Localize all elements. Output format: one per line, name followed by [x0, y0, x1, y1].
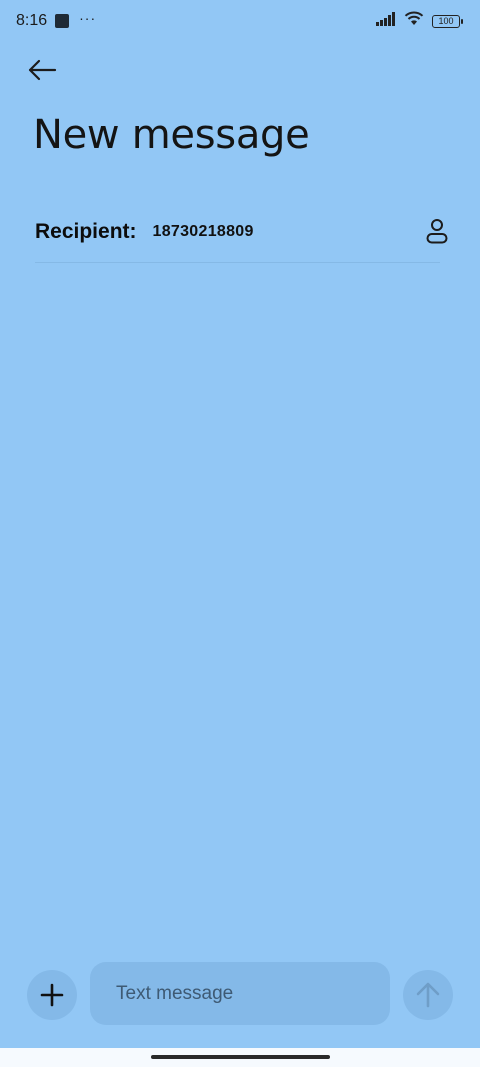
- select-contact-button[interactable]: [422, 214, 452, 248]
- recipient-divider: [35, 262, 440, 263]
- wifi-icon: [404, 11, 424, 31]
- person-icon: [426, 219, 448, 244]
- recipient-row[interactable]: Recipient: 18730218809: [35, 210, 445, 254]
- status-bar: 8:16 ··· 100: [0, 0, 480, 42]
- page-title: New message: [33, 112, 310, 158]
- status-left: 8:16 ···: [16, 10, 97, 30]
- back-button[interactable]: [22, 52, 62, 88]
- arrow-up-icon: [416, 982, 440, 1008]
- app-square-icon: [55, 14, 70, 28]
- signal-icon: [376, 11, 396, 31]
- plus-icon: [40, 983, 64, 1007]
- status-right: 100: [376, 11, 463, 31]
- battery-icon: 100: [432, 14, 463, 28]
- recipient-number[interactable]: 18730218809: [153, 223, 254, 241]
- more-notifications-icon: ···: [79, 10, 97, 26]
- battery-level: 100: [438, 15, 454, 26]
- recipient-label: Recipient:: [35, 220, 137, 243]
- send-button[interactable]: [403, 970, 453, 1020]
- add-attachment-button[interactable]: [27, 970, 77, 1020]
- message-input[interactable]: [90, 962, 390, 1025]
- navigation-bar: [0, 1048, 480, 1067]
- arrow-left-icon: [28, 59, 57, 81]
- composer-bar: [0, 962, 480, 1028]
- status-time: 8:16: [16, 12, 48, 29]
- home-indicator[interactable]: [151, 1055, 330, 1059]
